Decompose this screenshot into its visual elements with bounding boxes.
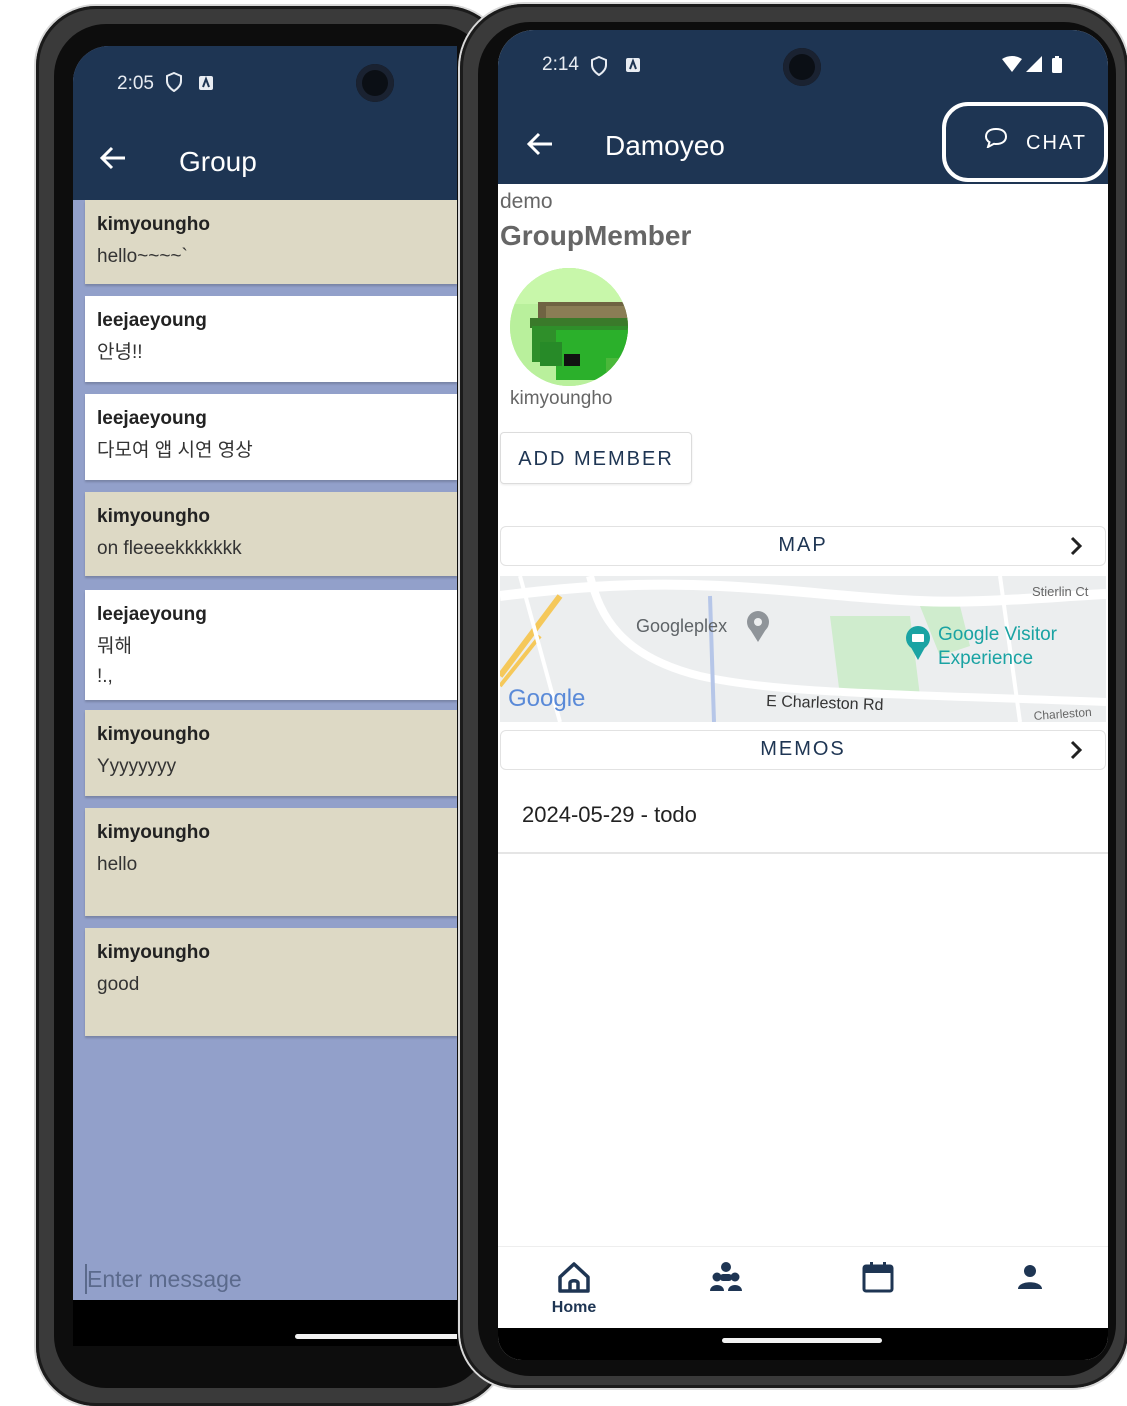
message-sender: kimyoungho	[97, 724, 210, 745]
system-nav-bar	[73, 1300, 457, 1346]
shield-icon	[165, 71, 183, 97]
battery-icon	[1052, 56, 1062, 78]
nav-item-calendar[interactable]	[828, 1247, 928, 1329]
message-card[interactable]: kimyoungho good	[85, 928, 457, 1036]
status-time: 2:14	[542, 54, 579, 75]
home-icon	[558, 1262, 590, 1293]
message-sender: kimyoungho	[97, 506, 210, 527]
app-bar: Group	[73, 142, 457, 200]
map-label-street1: Stierlin Ct	[1032, 584, 1089, 599]
message-card[interactable]: kimyoungho on fleeeekkkkkkk	[85, 492, 457, 576]
message-card[interactable]: kimyoungho hello~~~~`	[85, 200, 457, 284]
map-label-googleplex: Googleplex	[636, 616, 727, 636]
member-avatar[interactable]	[510, 268, 628, 386]
message-sender: kimyoungho	[97, 942, 210, 963]
page-title: Damoyeo	[605, 130, 725, 161]
map-section-header[interactable]: MAP	[500, 526, 1106, 566]
message-sender: kimyoungho	[97, 822, 210, 843]
google-logo: Google	[508, 685, 585, 712]
chat-button[interactable]: CHAT	[942, 102, 1108, 182]
person-icon	[1018, 1265, 1042, 1289]
memo-divider	[498, 852, 1108, 854]
message-input[interactable]: Enter message	[85, 1264, 457, 1301]
group-name: demo	[500, 190, 553, 213]
bottom-navigation: Home	[498, 1246, 1108, 1329]
home-indicator[interactable]	[722, 1338, 882, 1343]
front-camera	[783, 48, 821, 86]
message-text: hello	[97, 854, 138, 875]
front-camera	[356, 64, 394, 102]
nav-item-groups[interactable]	[676, 1247, 776, 1329]
chat-button-label: CHAT	[1026, 132, 1087, 154]
message-text: 다모여 앱 시연 영상	[97, 440, 253, 461]
message-sender: leejaeyoung	[97, 408, 207, 429]
status-bar: 2:14	[498, 30, 1108, 108]
back-arrow-icon[interactable]	[99, 144, 127, 178]
notification-a-icon	[199, 76, 213, 95]
message-text: hello~~~~`	[97, 246, 188, 267]
map-label-visitor-1: Google Visitor	[938, 624, 1058, 645]
message-text: 안녕!!	[97, 342, 143, 363]
message-text: Yyyyyyyy	[97, 756, 177, 777]
chevron-right-icon	[1069, 531, 1083, 564]
map-label-street2: Charleston	[1033, 705, 1092, 722]
nav-item-profile[interactable]	[980, 1247, 1080, 1329]
group-detail-screen: 2:14 Damoyeo CHAT demo GroupMember kimyo…	[498, 30, 1108, 1360]
message-input-placeholder: Enter message	[85, 1264, 242, 1294]
map-label: MAP	[778, 534, 828, 556]
map-graphic: Googleplex Google Visitor Experience E C…	[500, 576, 1106, 722]
nav-label-home: Home	[551, 1299, 597, 1316]
map-label-visitor-2: Experience	[938, 648, 1033, 669]
group-icon	[710, 1262, 742, 1291]
group-member-heading: GroupMember	[500, 220, 692, 251]
status-bar: 2:05	[73, 46, 457, 142]
message-card[interactable]: kimyoungho Yyyyyyyy	[85, 710, 457, 796]
shield-icon	[590, 55, 608, 81]
status-time: 2:05	[117, 73, 154, 94]
add-member-button[interactable]: ADD MEMBER	[500, 432, 692, 484]
nav-item-home[interactable]: Home	[524, 1247, 624, 1329]
cellular-signal-icon	[1026, 56, 1042, 77]
memos-section-header[interactable]: MEMOS	[500, 730, 1106, 770]
message-card[interactable]: leejaeyoung 안녕!!	[85, 296, 457, 382]
message-card[interactable]: leejaeyoung 뭐해 !.,	[85, 590, 457, 700]
home-indicator[interactable]	[295, 1334, 457, 1339]
message-text: 뭐해 !.,	[97, 636, 132, 687]
group-chat-screen: 2:05 Group kimyoungho hello~~~~` leejaeyou…	[73, 46, 457, 1346]
message-card[interactable]: leejaeyoung 다모여 앱 시연 영상	[85, 394, 457, 480]
member-name: kimyoungho	[510, 388, 613, 409]
message-card[interactable]: kimyoungho hello	[85, 808, 457, 916]
chevron-right-icon	[1069, 735, 1083, 768]
app-bar: Damoyeo CHAT	[498, 102, 1108, 184]
message-sender: kimyoungho	[97, 214, 210, 235]
chat-bubble-icon	[984, 128, 1008, 148]
memos-label: MEMOS	[760, 738, 846, 760]
map-view[interactable]: Googleplex Google Visitor Experience E C…	[500, 576, 1106, 722]
memo-item[interactable]: 2024-05-29 - todo	[522, 802, 697, 828]
calendar-icon	[862, 1262, 894, 1293]
system-nav-bar	[498, 1328, 1108, 1360]
message-sender: leejaeyoung	[97, 604, 207, 625]
page-title: Group	[179, 146, 257, 177]
message-text: good	[97, 974, 140, 995]
message-sender: leejaeyoung	[97, 310, 207, 331]
notification-a-icon	[626, 58, 640, 77]
message-text: on fleeeekkkkkkk	[97, 538, 242, 559]
back-arrow-icon[interactable]	[526, 130, 554, 164]
wifi-icon	[1002, 56, 1022, 77]
